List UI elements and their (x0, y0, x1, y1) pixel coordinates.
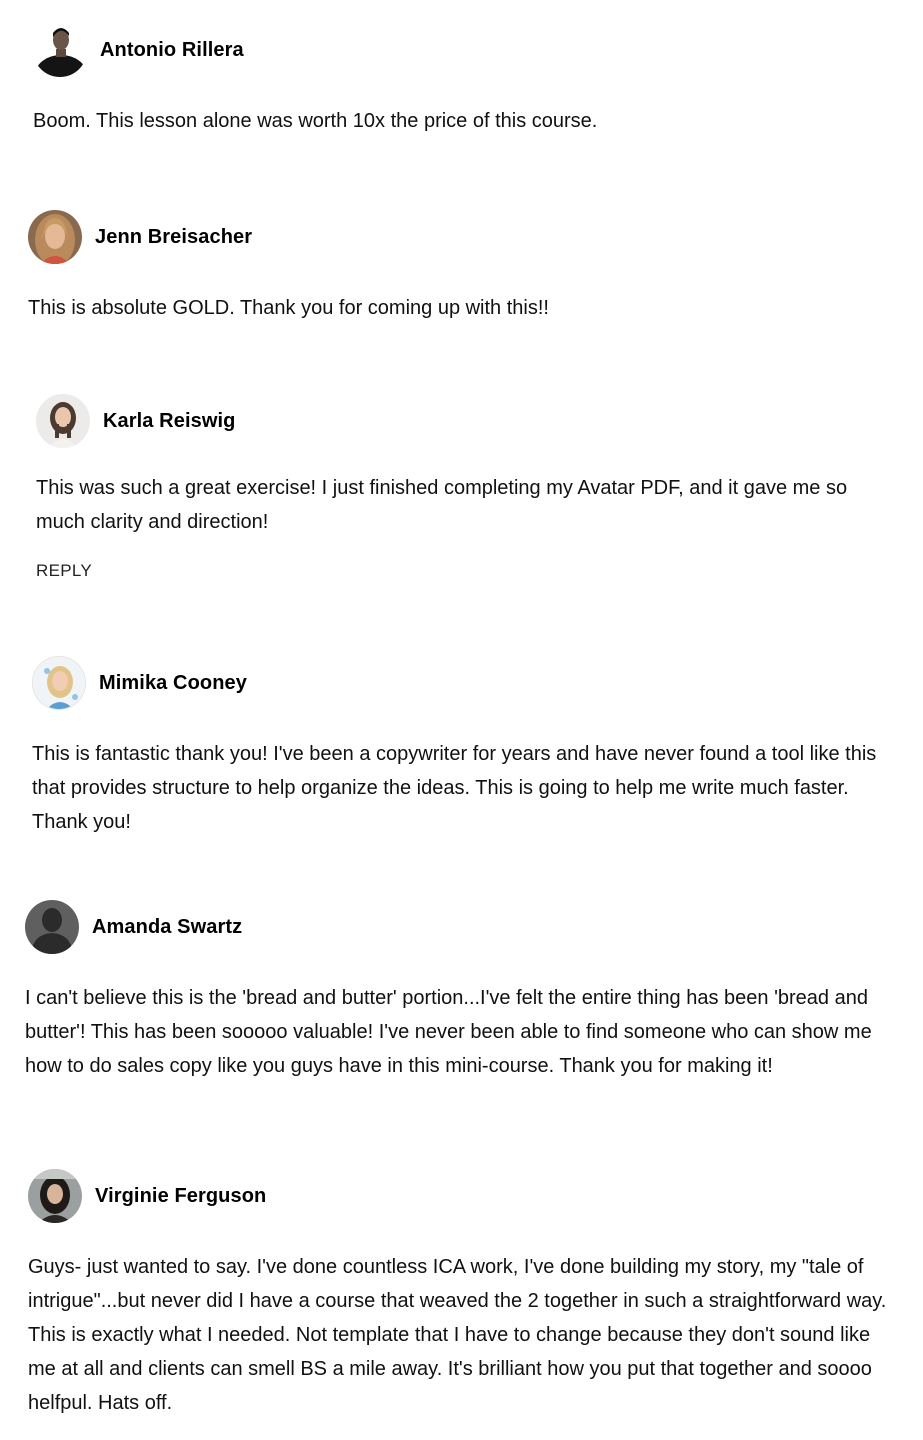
comment-header: Amanda Swartz (25, 899, 895, 955)
comment-text: This was such a great exercise! I just f… (36, 477, 848, 533)
comment-header: Virginie Ferguson (28, 1168, 895, 1224)
author-name[interactable]: Virginie Ferguson (95, 1185, 266, 1208)
avatar-default-silhouette[interactable] (25, 900, 79, 954)
comment: Karla Reiswig This was such a great exer… (36, 393, 895, 581)
comment-header: Antonio Rillera (33, 22, 895, 78)
comment-text: Boom. This lesson alone was worth 10x th… (33, 110, 598, 132)
comment: Jenn Breisacher This is absolute GOLD. T… (28, 209, 895, 325)
comment: Virginie Ferguson Guys- just wanted to s… (28, 1168, 895, 1420)
comment-header: Karla Reiswig (36, 393, 895, 449)
avatar[interactable] (36, 394, 90, 448)
comment-text: This is fantastic thank you! I've been a… (32, 743, 877, 833)
author-name[interactable]: Mimika Cooney (99, 672, 247, 695)
comment: Antonio Rillera Boom. This lesson alone … (33, 22, 895, 138)
avatar[interactable] (28, 1169, 82, 1223)
comment-header: Mimika Cooney (32, 655, 895, 711)
comment: Amanda Swartz I can't believe this is th… (25, 899, 895, 1083)
comment: Mimika Cooney This is fantastic thank yo… (32, 655, 895, 839)
comment-header: Jenn Breisacher (28, 209, 895, 265)
author-name[interactable]: Jenn Breisacher (95, 226, 252, 249)
avatar[interactable] (33, 23, 87, 77)
avatar[interactable] (28, 210, 82, 264)
comment-text: Guys- just wanted to say. I've done coun… (28, 1256, 887, 1414)
author-name[interactable]: Karla Reiswig (103, 410, 235, 433)
author-name[interactable]: Antonio Rillera (100, 39, 244, 62)
reply-button[interactable]: REPLY (36, 561, 92, 581)
comment-text: I can't believe this is the 'bread and b… (25, 987, 872, 1077)
author-name[interactable]: Amanda Swartz (92, 916, 242, 939)
avatar[interactable] (32, 656, 86, 710)
comment-text: This is absolute GOLD. Thank you for com… (28, 297, 549, 319)
